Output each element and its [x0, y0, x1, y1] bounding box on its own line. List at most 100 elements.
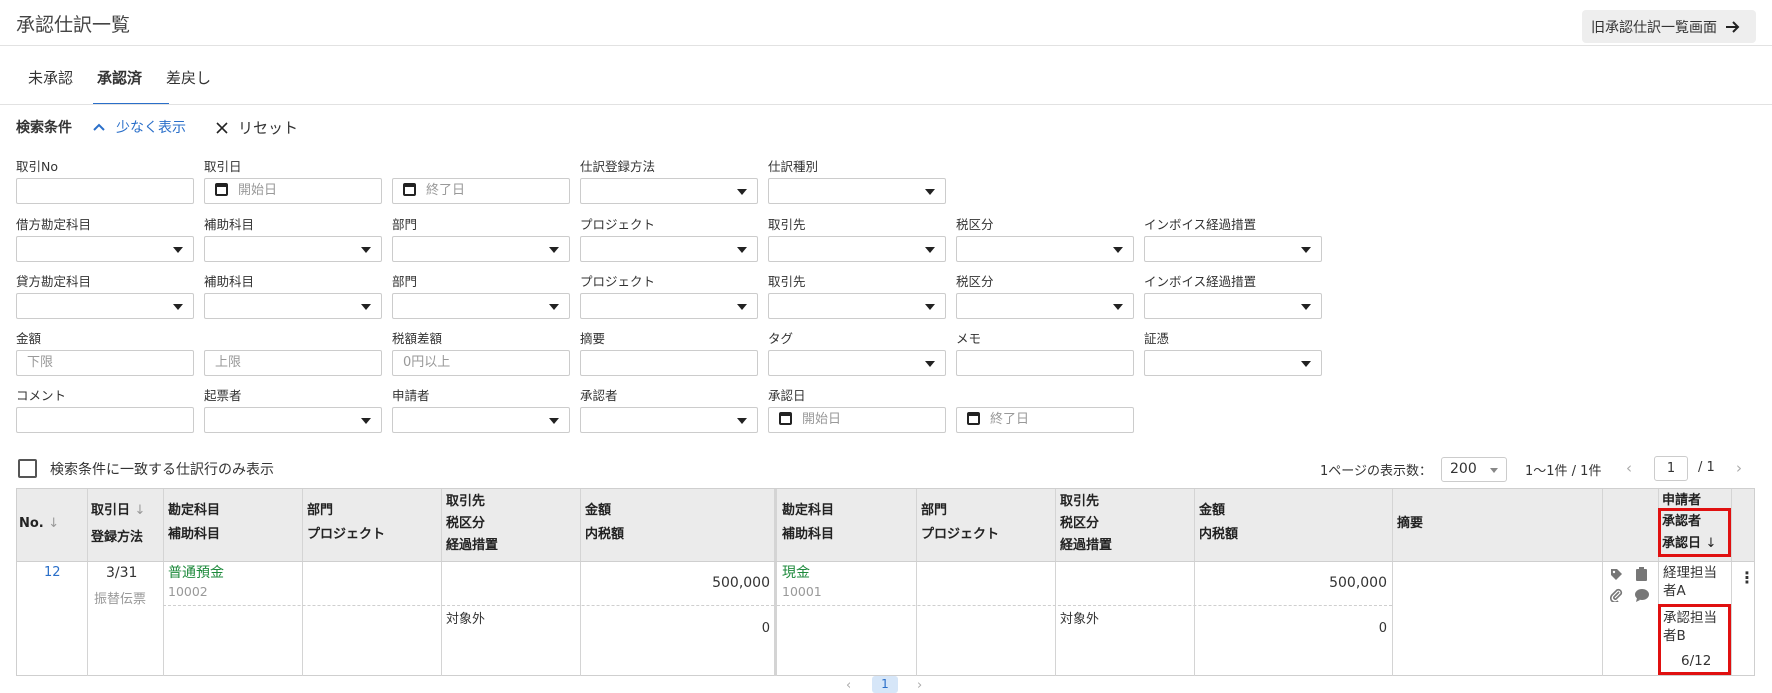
credit-tax-class-select[interactable] — [956, 293, 1134, 319]
journal-type-select[interactable] — [768, 178, 946, 204]
row-applicant-line2: 者A — [1663, 583, 1686, 599]
credit-invoice-select[interactable] — [1144, 293, 1322, 319]
label-drafter: 起票者 — [204, 388, 242, 403]
amount-upper-input[interactable]: 上限 — [204, 350, 382, 376]
credit-project-select[interactable] — [580, 293, 758, 319]
th-credit-sub-account: 補助科目 — [782, 527, 835, 542]
clipboard-icon[interactable] — [1636, 567, 1647, 584]
label-amount: 金額 — [16, 331, 42, 346]
comment-icon[interactable] — [1635, 589, 1649, 605]
close-icon — [216, 121, 228, 134]
debit-department-select[interactable] — [392, 236, 570, 262]
row-credit-account[interactable]: 現金 — [782, 563, 810, 583]
memo-input[interactable] — [956, 350, 1134, 376]
highlight-box-row — [1658, 604, 1731, 675]
credit-sub-account-select[interactable] — [204, 293, 382, 319]
header-divider — [0, 45, 1772, 46]
label-debit-sub-account: 補助科目 — [204, 217, 255, 232]
label-comment: コメント — [16, 388, 67, 403]
tab-returned[interactable]: 差戻し — [166, 67, 211, 88]
summary-input[interactable] — [580, 350, 758, 376]
per-page-select[interactable]: 200 — [1441, 457, 1507, 482]
label-credit-partner: 取引先 — [768, 274, 806, 289]
row-debit-account[interactable]: 普通預金 — [168, 563, 224, 583]
th-date[interactable]: 取引日 ↓ — [91, 500, 145, 522]
label-debit-partner: 取引先 — [768, 217, 806, 232]
th-credit-partner: 取引先 — [1060, 494, 1100, 509]
label-applicant: 申請者 — [392, 388, 430, 403]
row-no-link[interactable]: 12 — [44, 563, 61, 583]
comment-input[interactable] — [16, 407, 194, 433]
label-credit-account: 貸方勘定科目 — [16, 274, 92, 289]
row-credit-tax: 0 — [1378, 621, 1387, 636]
tab-unapproved[interactable]: 未承認 — [28, 67, 73, 88]
range-text: 1〜1件 / 1件 — [1525, 464, 1602, 479]
th-credit-department: 部門 — [921, 503, 948, 518]
th-no[interactable]: No. ↓ — [19, 513, 59, 535]
more-vertical-icon[interactable]: ⋮ — [1739, 568, 1755, 587]
caret-down-icon — [1490, 468, 1498, 473]
label-tax-diff: 税額差額 — [392, 331, 443, 346]
th-debit-department: 部門 — [307, 503, 334, 518]
chevron-right-icon[interactable]: › — [1736, 459, 1742, 477]
debit-invoice-select[interactable] — [1144, 236, 1322, 262]
page-title: 承認仕訳一覧 — [16, 14, 131, 36]
th-debit-project: プロジェクト — [307, 527, 386, 542]
evidence-select[interactable] — [1144, 350, 1322, 376]
label-debit-invoice: インボイス経過措置 — [1144, 217, 1257, 232]
th-credit-amount: 金額 — [1199, 503, 1226, 518]
tab-approved[interactable]: 承認済 — [97, 67, 142, 88]
debit-tax-class-select[interactable] — [956, 236, 1134, 262]
torihiki-no-input[interactable] — [16, 178, 194, 204]
tax-diff-input[interactable]: 0円以上 — [392, 350, 570, 376]
label-credit-project: プロジェクト — [580, 274, 656, 289]
drafter-select[interactable] — [204, 407, 382, 433]
chevron-left-icon[interactable]: ‹ — [1626, 459, 1632, 477]
tag-icon[interactable] — [1610, 568, 1623, 584]
bottom-page-current[interactable]: 1 — [872, 676, 898, 693]
only-matching-checkbox[interactable] — [18, 459, 37, 478]
reset-link[interactable]: リセット — [216, 117, 298, 138]
reset-label: リセット — [238, 119, 299, 137]
per-page-value: 200 — [1450, 461, 1477, 477]
paperclip-icon[interactable] — [1609, 588, 1623, 605]
torihiki-date-start[interactable]: 開始日 — [204, 178, 382, 204]
start-date-placeholder: 開始日 — [238, 183, 278, 198]
th-debit-transition: 経過措置 — [446, 538, 499, 553]
approval-date-start[interactable]: 開始日 — [768, 407, 946, 433]
amount-lower-input[interactable]: 下限 — [16, 350, 194, 376]
applicant-select[interactable] — [392, 407, 570, 433]
credit-account-select[interactable] — [16, 293, 194, 319]
th-credit-project: プロジェクト — [921, 527, 1000, 542]
debit-account-select[interactable] — [16, 236, 194, 262]
label-summary: 摘要 — [580, 331, 606, 346]
label-torihiki-no: 取引No — [16, 159, 58, 174]
tag-select[interactable] — [768, 350, 946, 376]
show-less-link[interactable]: 少なく表示 — [92, 117, 186, 137]
old-approval-list-button[interactable]: 旧承認仕訳一覧画面 — [1582, 10, 1756, 43]
debit-project-select[interactable] — [580, 236, 758, 262]
debit-partner-select[interactable] — [768, 236, 946, 262]
torihiki-date-end[interactable]: 終了日 — [392, 178, 570, 204]
credit-department-select[interactable] — [392, 293, 570, 319]
th-credit-account: 勘定科目 — [782, 503, 835, 518]
page-number-input[interactable]: 1 — [1654, 456, 1688, 481]
show-less-label: 少なく表示 — [116, 120, 186, 136]
register-method-select[interactable] — [580, 178, 758, 204]
bottom-chevron-left-icon[interactable]: ‹ — [846, 678, 851, 693]
approval-date-end[interactable]: 終了日 — [956, 407, 1134, 433]
row-debit-tax: 0 — [761, 621, 770, 636]
highlight-box-header — [1658, 508, 1731, 557]
label-credit-tax-class: 税区分 — [956, 274, 994, 289]
debit-sub-account-select[interactable] — [204, 236, 382, 262]
bottom-chevron-right-icon[interactable]: › — [917, 678, 922, 693]
th-debit-account: 勘定科目 — [168, 503, 221, 518]
chevron-up-icon — [93, 123, 105, 131]
row-debit-tax-class: 対象外 — [446, 612, 486, 627]
label-memo: メモ — [956, 331, 982, 346]
arrow-right-icon — [1726, 20, 1740, 33]
row-method: 振替伝票 — [94, 592, 147, 607]
credit-partner-select[interactable] — [768, 293, 946, 319]
approver-select[interactable] — [580, 407, 758, 433]
label-evidence: 証憑 — [1144, 331, 1170, 346]
